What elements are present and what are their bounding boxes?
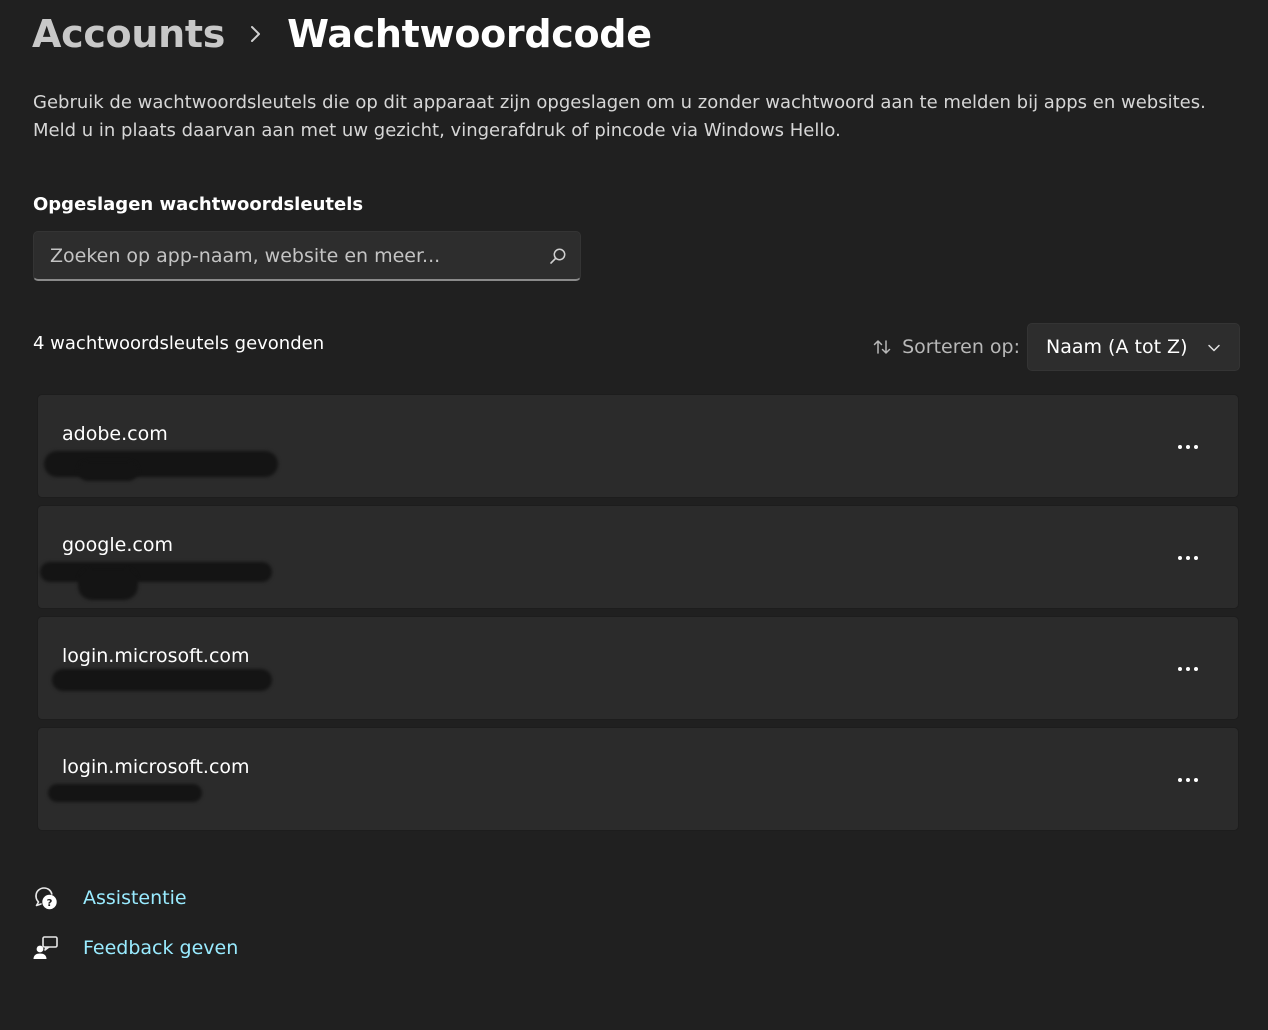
sort-control: Sorteren op: Naam (A tot Z) bbox=[870, 323, 1240, 371]
sort-dropdown[interactable]: Naam (A tot Z) bbox=[1027, 323, 1240, 371]
passkey-item[interactable]: login.microsoft.com bbox=[37, 727, 1239, 831]
description-line-2: Meld u in plaats daarvan aan met uw gezi… bbox=[33, 120, 841, 141]
more-dot-icon bbox=[1178, 445, 1182, 449]
more-dot-icon bbox=[1194, 667, 1198, 671]
passkey-site: google.com bbox=[62, 534, 173, 556]
more-dot-icon bbox=[1186, 667, 1190, 671]
help-links: ? Assistentie Feedback geven bbox=[32, 880, 238, 980]
search-input[interactable] bbox=[34, 232, 536, 279]
sort-arrows-icon bbox=[870, 335, 894, 359]
passkey-item[interactable]: google.com bbox=[37, 505, 1239, 609]
search-icon[interactable] bbox=[536, 232, 580, 280]
svg-text:?: ? bbox=[47, 898, 53, 909]
more-dot-icon bbox=[1178, 778, 1182, 782]
help-chat-icon: ? bbox=[32, 884, 60, 912]
more-dot-icon bbox=[1194, 445, 1198, 449]
chevron-right-icon bbox=[225, 14, 287, 54]
redacted-username bbox=[52, 669, 272, 691]
more-options-button[interactable] bbox=[1168, 427, 1208, 467]
more-dot-icon bbox=[1186, 778, 1190, 782]
results-count: 4 wachtwoordsleutels gevonden bbox=[33, 333, 325, 354]
feedback-link-label: Feedback geven bbox=[83, 937, 239, 959]
saved-passkeys-heading: Opgeslagen wachtwoordsleutels bbox=[33, 194, 364, 215]
more-options-button[interactable] bbox=[1168, 538, 1208, 578]
more-dot-icon bbox=[1186, 445, 1190, 449]
feedback-person-icon bbox=[32, 934, 60, 962]
passkey-site: login.microsoft.com bbox=[62, 645, 250, 667]
redacted-username bbox=[40, 562, 272, 582]
more-options-button[interactable] bbox=[1168, 760, 1208, 800]
sort-label: Sorteren op: bbox=[902, 336, 1020, 358]
redacted-username-extra bbox=[78, 568, 138, 600]
more-dot-icon bbox=[1186, 556, 1190, 560]
page-title: Wachtwoordcode bbox=[287, 12, 652, 56]
more-dot-icon bbox=[1178, 667, 1182, 671]
breadcrumb: Accounts Wachtwoordcode bbox=[32, 6, 652, 62]
redacted-username-extra bbox=[78, 461, 138, 481]
passkey-site: login.microsoft.com bbox=[62, 756, 250, 778]
search-box[interactable] bbox=[33, 231, 581, 281]
more-dot-icon bbox=[1194, 778, 1198, 782]
more-options-button[interactable] bbox=[1168, 649, 1208, 689]
breadcrumb-accounts-link[interactable]: Accounts bbox=[32, 12, 225, 56]
assistance-link-label: Assistentie bbox=[83, 887, 187, 909]
more-dot-icon bbox=[1178, 556, 1182, 560]
assistance-link[interactable]: ? Assistentie bbox=[32, 880, 238, 916]
sort-selected-value: Naam (A tot Z) bbox=[1046, 336, 1188, 358]
passkeys-settings-page: Accounts Wachtwoordcode Gebruik de wacht… bbox=[0, 0, 1268, 1030]
page-description: Gebruik de wachtwoordsleutels die op dit… bbox=[33, 89, 1248, 145]
passkey-site: adobe.com bbox=[62, 423, 168, 445]
feedback-link[interactable]: Feedback geven bbox=[32, 930, 238, 966]
redacted-username bbox=[48, 784, 202, 802]
chevron-down-icon bbox=[1207, 338, 1221, 357]
more-dot-icon bbox=[1194, 556, 1198, 560]
passkey-item[interactable]: login.microsoft.com bbox=[37, 616, 1239, 720]
passkey-list: adobe.com google.com login.microsoft.com bbox=[37, 394, 1239, 838]
description-line-1: Gebruik de wachtwoordsleutels die op dit… bbox=[33, 92, 1206, 113]
passkey-item[interactable]: adobe.com bbox=[37, 394, 1239, 498]
